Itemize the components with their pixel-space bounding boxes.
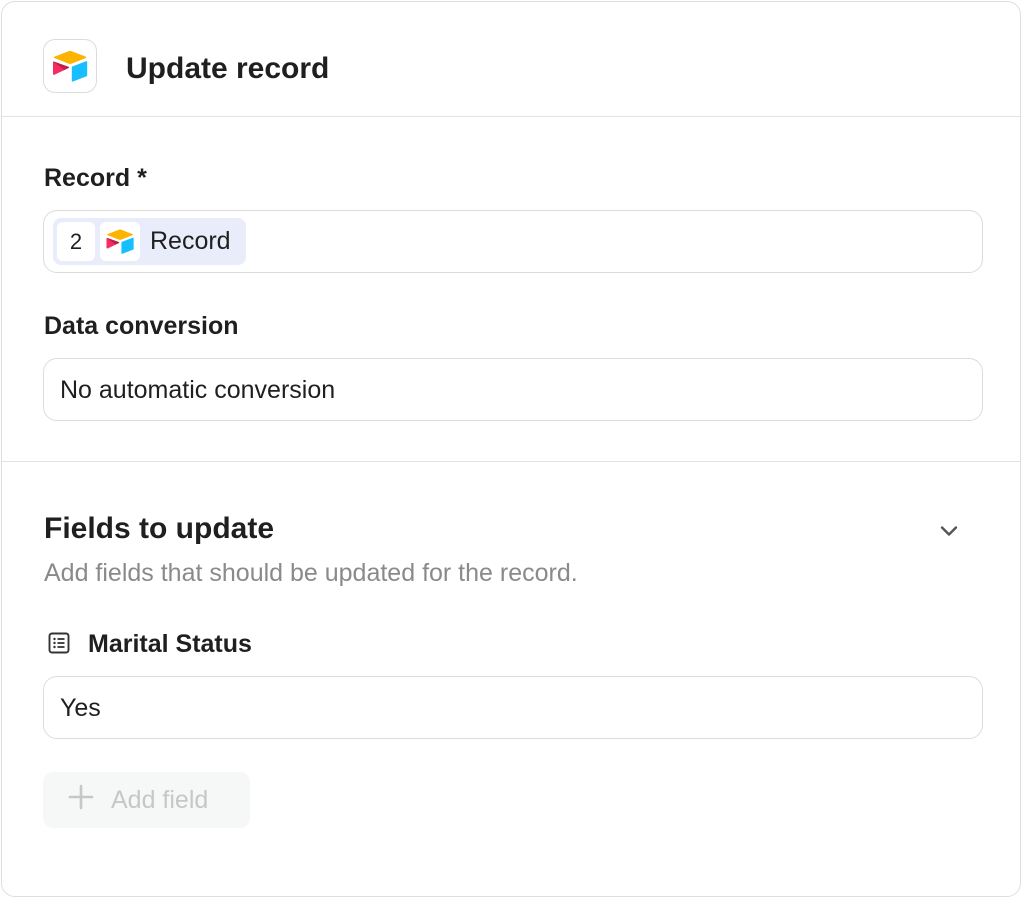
record-chip[interactable]: 2 Record [53,218,246,265]
page-title: Update record [126,52,330,85]
airtable-logo-icon [43,39,97,93]
update-record-panel: Update record Record * 2 Record Data con… [1,1,1021,897]
marital-status-input[interactable]: Yes [43,676,983,739]
record-input[interactable]: 2 Record [43,210,983,273]
data-conversion-select[interactable]: No automatic conversion [43,358,983,421]
data-conversion-label: Data conversion [44,312,239,340]
marital-status-value: Yes [60,694,101,722]
section-divider [2,461,1020,462]
add-field-button[interactable]: Add field [43,772,250,828]
fields-section-title: Fields to update [44,512,275,545]
record-label: Record * [44,164,147,192]
data-conversion-value: No automatic conversion [60,376,336,404]
fields-section-description: Add fields that should be updated for th… [44,559,578,587]
record-chip-label: Record [150,227,231,255]
list-icon [47,631,71,655]
add-field-label: Add field [111,786,209,814]
plus-icon [67,783,97,817]
record-chip-step-number: 2 [57,222,95,261]
airtable-logo-icon [100,222,140,261]
chevron-down-icon[interactable] [934,516,964,546]
marital-status-label: Marital Status [88,630,252,658]
panel-header: Update record [2,2,1020,117]
